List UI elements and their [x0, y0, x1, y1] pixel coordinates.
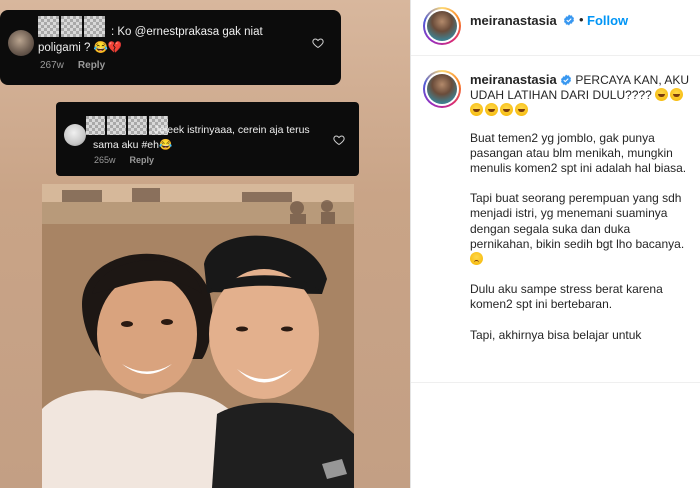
comment-meta: 265w Reply: [94, 155, 154, 165]
caption-section: meiranastasia PERCAYA KAN, AKU UDAH LATI…: [411, 57, 700, 383]
caption-paragraph-2: Tapi buat seorang perempuan yang sdh men…: [470, 191, 694, 267]
sad-emoji-icon: [470, 252, 483, 266]
comment-reply: Reply: [77, 60, 106, 71]
laughing-emoji-icon: [670, 88, 684, 102]
screenshot-comment-1: : Ko @ernestprakasa gak niat poligami ? …: [0, 10, 341, 85]
caption-paragraph-3: Dulu aku sampe stress berat karena komen…: [470, 282, 663, 312]
caption-paragraph-1: Buat temen2 yg jomblo, gak punya pasanga…: [470, 130, 687, 176]
caption-username[interactable]: meiranastasia: [470, 72, 557, 87]
comment-meta: 267w Reply: [40, 60, 105, 71]
header-username[interactable]: meiranastasia: [470, 13, 557, 28]
selfie-illustration: [42, 184, 354, 488]
caption-paragraph-4: Tapi, akhirnya bisa belajar untuk: [470, 327, 642, 342]
verified-badge-icon: [564, 14, 574, 26]
separator-dot: •: [579, 12, 584, 27]
comment-text: : Ko @ernestprakasa gak niat poligami ? …: [38, 26, 263, 54]
laughing-emoji-icon: [655, 88, 669, 102]
caption-headline: meiranastasia PERCAYA KAN, AKU UDAH LATI…: [470, 72, 694, 119]
heart-outline-icon: [333, 135, 345, 146]
verified-badge-icon: [561, 74, 572, 86]
laughing-emoji-icon: [470, 103, 483, 117]
commenter-avatar: [64, 124, 86, 146]
laughing-emoji-icon: [485, 103, 498, 117]
heart-outline-icon: [312, 38, 324, 49]
couple-selfie-photo: [42, 184, 354, 488]
comment-time: 265w: [94, 155, 116, 165]
post-image[interactable]: : Ko @ernestprakasa gak niat poligami ? …: [0, 0, 410, 488]
comment-reply: Reply: [129, 155, 155, 165]
post-header: meiranastasia • Follow: [411, 0, 700, 56]
laughing-emoji-icon: [500, 103, 513, 117]
comment-text: : Jeleek istrinyaaa, cerein aja terus sa…: [93, 124, 310, 151]
comment-time: 267w: [40, 60, 64, 71]
follow-button[interactable]: Follow: [587, 13, 628, 28]
profile-avatar[interactable]: [423, 7, 461, 45]
post-sidebar: meiranastasia • Follow meiranastasia PER…: [410, 0, 700, 488]
caption-paragraph-2-text: Tapi buat seorang perempuan yang sdh men…: [470, 191, 685, 251]
screenshot-comment-2: : Jeleek istrinyaaa, cerein aja terus sa…: [56, 102, 359, 176]
post-caption: meiranastasia PERCAYA KAN, AKU UDAH LATI…: [470, 72, 694, 358]
commenter-avatar: [8, 30, 34, 56]
caption-avatar[interactable]: [423, 70, 461, 108]
laughing-emoji-icon: [515, 103, 528, 117]
